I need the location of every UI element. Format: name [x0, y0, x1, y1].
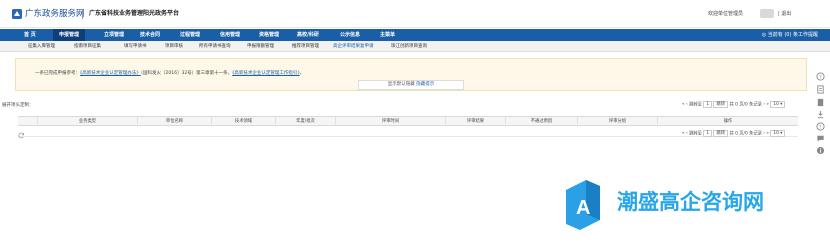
page-input[interactable]: 1: [703, 130, 713, 137]
page-size-value: 10: [773, 102, 779, 107]
chat-icon[interactable]: [816, 134, 825, 143]
notice-middle: （国科发火〔2016〕32号）第三章第十一条，: [140, 71, 233, 76]
page-size-select[interactable]: 10 ▾: [770, 130, 786, 137]
subnav-item-collection[interactable]: 征集入库管理: [28, 41, 55, 52]
toggle-tips-button[interactable]: 显示默认隐藏 隐藏提示: [358, 80, 464, 90]
avatar[interactable]: [760, 9, 774, 18]
notice-suffix: 。: [299, 71, 305, 76]
nav-item-university[interactable]: 高校/科研: [297, 29, 319, 41]
results-table: 业务类型 单位名称 技术领域 年度/批次 评审时间 评审结果 不通过原因 评审分…: [18, 116, 798, 137]
document-icon[interactable]: [816, 98, 825, 107]
goto-button[interactable]: 跳转: [713, 130, 729, 137]
header-divider: [82, 9, 83, 19]
subnav-item-fill[interactable]: 填写申请书: [124, 41, 147, 52]
nav-item-project[interactable]: 立项管理: [104, 29, 124, 41]
sub-nav: 征集入库管理 指南项目征集 填写申请书 项目审核 所有申请书查询 申报限额管理 …: [0, 41, 830, 52]
goto-label: 跳转至: [689, 102, 702, 108]
pager-top: « ‹ 跳转至 1 跳转 共 0 页/0 条记录 › » 10 ▾: [682, 101, 786, 110]
pager-bottom: « ‹ 跳转至 1 跳转 共 0 页/0 条记录 › » 10 ▾: [682, 130, 786, 139]
subnav-item-recommend[interactable]: 推荐项目管理: [292, 41, 319, 52]
gov-logo-icon: [12, 9, 22, 19]
toggle-tips-prefix: 显示默认隐藏: [387, 82, 417, 87]
col-header-unit: 单位名称: [138, 117, 212, 126]
notice-text: 一条已完成申报参考：《高新技术企业认定管理办法》（国科发火〔2016〕32号）第…: [35, 70, 304, 76]
subnav-item-review[interactable]: 项目审核: [165, 41, 183, 52]
nav-item-public[interactable]: 公示信息: [340, 29, 360, 41]
subnav-item-query[interactable]: 所有申请书查询: [199, 41, 231, 52]
col-header-type: 业务类型: [38, 117, 138, 126]
nav-item-application[interactable]: 申报管理: [53, 29, 86, 41]
info-icon[interactable]: [816, 146, 825, 155]
subnav-item-reapply[interactable]: 高企评审结果复申请: [333, 41, 374, 52]
welcome-text: 欢迎单位管理员: [708, 11, 744, 17]
col-header-year: 年度/批次: [276, 117, 336, 126]
col-header-time: 评审时间: [336, 117, 446, 126]
toggle-tips-link[interactable]: 隐藏提示: [416, 82, 434, 87]
notice-link-guide[interactable]: 《高新技术企业认定管理工作指引》: [232, 71, 300, 76]
header: 广东政务服务网 广东省科技业务管理阳光政务平台 欢迎单位管理员 | 退出: [0, 0, 830, 28]
refresh-icon[interactable]: [18, 132, 25, 139]
nav-item-credit[interactable]: 信用管理: [220, 29, 240, 41]
portal-logo-text[interactable]: 广东政务服务网: [25, 9, 85, 19]
page-size-select[interactable]: 10 ▾: [770, 101, 786, 108]
download-icon[interactable]: [816, 110, 825, 119]
main-nav: 首 页 申报管理 立项管理 技术合同 过程管理 信用管理 资格管理 高校/科研 …: [0, 29, 830, 41]
platform-title: 广东省科技业务管理阳光政务平台: [89, 10, 180, 17]
col-header-result: 评审结果: [446, 117, 506, 126]
subnav-item-guide[interactable]: 指南项目征集: [74, 41, 101, 52]
watermark-logo-icon: A: [566, 180, 600, 230]
page-size-value: 10: [773, 131, 779, 136]
logout-link[interactable]: | 退出: [778, 10, 791, 18]
pager-summary: 共 0 页/0 条记录: [729, 102, 762, 108]
pager-next[interactable]: › »: [763, 102, 769, 107]
nav-item-process[interactable]: 过程管理: [180, 29, 200, 41]
subnav-item-quota[interactable]: 申报限额管理: [247, 41, 274, 52]
table-header: 业务类型 单位名称 技术领域 年度/批次 评审时间 评审结果 不通过原因 评审分…: [18, 116, 798, 126]
goto-button[interactable]: 跳转: [713, 101, 729, 108]
subnav-item-pearl[interactable]: 珠江创新项目查询: [391, 41, 427, 52]
work-reminder[interactable]: ◎ 当前有 (0) 条工作提醒: [762, 29, 818, 41]
notice-prefix: 一条已完成申报参考：: [35, 71, 80, 76]
table-row: [18, 126, 798, 137]
col-header-action: 操作: [723, 119, 733, 124]
help-circle-icon[interactable]: ?: [816, 72, 825, 81]
notice-link-measures[interactable]: 《高新技术企业认定管理办法》: [80, 71, 141, 76]
nav-item-menu[interactable]: 主菜单: [380, 29, 395, 41]
nav-item-home[interactable]: 首 页: [24, 29, 36, 41]
nav-item-qualification[interactable]: 资格管理: [259, 29, 279, 41]
watermark-text: 潮盛高企咨询网: [617, 189, 764, 214]
col-header-field: 技术领域: [212, 117, 276, 126]
pager-prev[interactable]: « ‹: [682, 102, 688, 107]
column-customize-label[interactable]: 展开项头定制：: [2, 102, 34, 108]
document-icon[interactable]: [816, 85, 825, 94]
watermark-letter: A: [576, 197, 590, 219]
nav-item-contract[interactable]: 技术合同: [140, 29, 160, 41]
chevron-down-icon: ▾: [780, 102, 783, 107]
pager-prev[interactable]: « ‹: [682, 131, 688, 136]
col-header-check: [18, 117, 38, 126]
pager-summary: 共 0 页/0 条记录: [729, 131, 762, 137]
col-header-reason: 不通过原因: [506, 117, 578, 126]
page-input[interactable]: 1: [703, 101, 713, 108]
chevron-down-icon: ▾: [780, 131, 783, 136]
col-header-group: 评审分组: [578, 117, 658, 126]
help-circle-icon[interactable]: ?: [816, 122, 825, 131]
goto-label: 跳转至: [689, 131, 702, 137]
pager-next[interactable]: › »: [763, 131, 769, 136]
